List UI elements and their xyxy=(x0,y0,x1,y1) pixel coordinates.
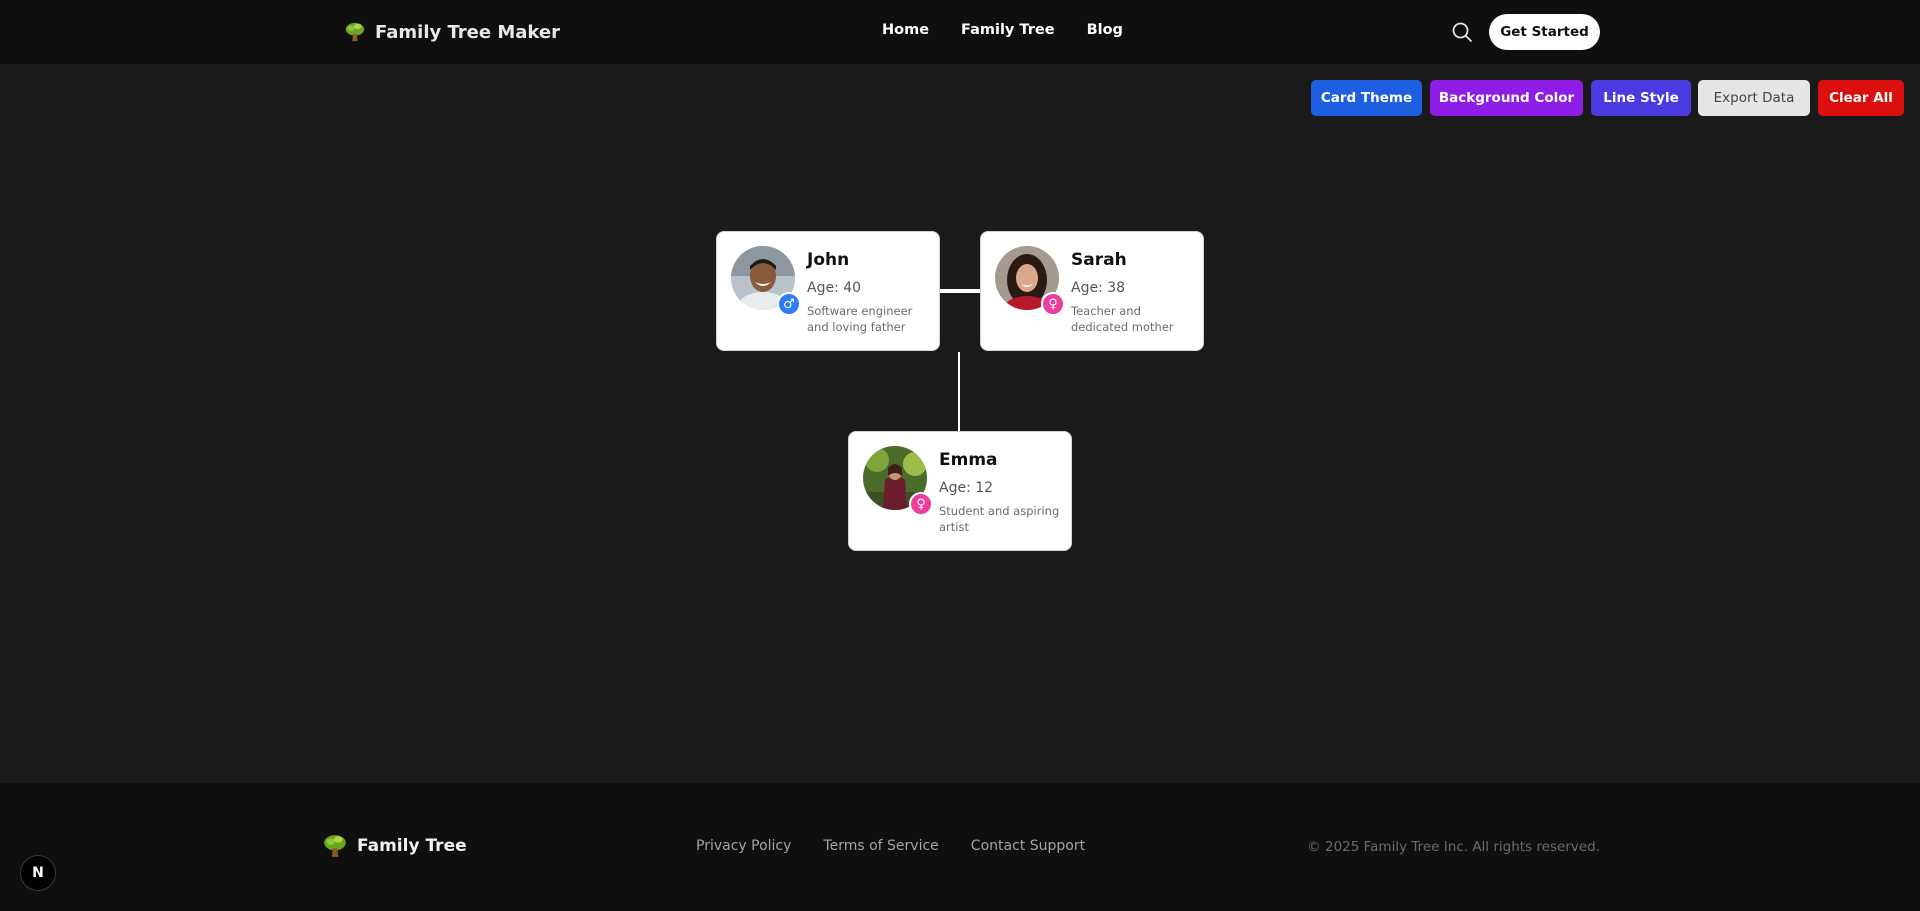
get-started-button[interactable]: Get Started xyxy=(1489,14,1600,50)
footer: Family Tree Privacy Policy Terms of Serv… xyxy=(0,783,1920,911)
contact-support-link[interactable]: Contact Support xyxy=(971,838,1085,854)
member-bio: Software engineer and loving father xyxy=(807,304,913,334)
member-age: Age: 40 xyxy=(807,280,862,296)
line-style-button[interactable]: Line Style xyxy=(1591,80,1691,116)
top-navbar: Family Tree Maker Home Family Tree Blog … xyxy=(0,0,1920,64)
next-dev-badge[interactable]: N xyxy=(20,855,56,891)
child-connector-line xyxy=(958,352,960,432)
family-member-card[interactable]: ♀ Sarah Age: 38 Teacher and dedicated mo… xyxy=(980,231,1204,351)
spouse-connector-line xyxy=(940,289,980,293)
copyright-text: © 2025 Family Tree Inc. All rights reser… xyxy=(1307,839,1600,855)
female-icon: ♀ xyxy=(1041,292,1065,316)
member-bio: Teacher and dedicated mother xyxy=(1071,304,1174,334)
tree-icon xyxy=(324,835,346,857)
family-member-card[interactable]: ♂ John Age: 40 Software engineer and lov… xyxy=(716,231,940,351)
brand-name: Family Tree Maker xyxy=(375,21,560,43)
privacy-policy-link[interactable]: Privacy Policy xyxy=(696,838,791,854)
member-bio: Student and aspiring artist xyxy=(939,504,1060,534)
female-icon: ♀ xyxy=(909,492,933,516)
member-age: Age: 38 xyxy=(1071,280,1126,296)
main-nav: Home Family Tree Blog xyxy=(882,22,1123,38)
family-member-card[interactable]: ♀ Emma Age: 12 Student and aspiring arti… xyxy=(848,431,1072,551)
nav-home-link[interactable]: Home xyxy=(882,22,929,38)
search-icon[interactable] xyxy=(1450,20,1474,44)
male-icon: ♂ xyxy=(777,292,801,316)
footer-brand-name: Family Tree xyxy=(357,836,467,856)
footer-brand[interactable]: Family Tree xyxy=(322,833,467,859)
member-name: Sarah xyxy=(1071,250,1127,270)
member-name: John xyxy=(807,250,850,270)
export-data-button[interactable]: Export Data xyxy=(1698,80,1810,116)
avatar: ♀ xyxy=(863,446,933,516)
avatar: ♀ xyxy=(995,246,1065,316)
background-color-button[interactable]: Background Color xyxy=(1430,80,1583,116)
tree-icon xyxy=(345,22,365,42)
nav-blog-link[interactable]: Blog xyxy=(1087,22,1123,38)
brand-logo[interactable]: Family Tree Maker xyxy=(344,19,560,45)
nav-family-tree-link[interactable]: Family Tree xyxy=(961,22,1055,38)
member-age: Age: 12 xyxy=(939,480,994,496)
clear-all-button[interactable]: Clear All xyxy=(1818,80,1904,116)
card-theme-button[interactable]: Card Theme xyxy=(1311,80,1422,116)
member-name: Emma xyxy=(939,450,998,470)
footer-links: Privacy Policy Terms of Service Contact … xyxy=(696,838,1085,854)
avatar: ♂ xyxy=(731,246,801,316)
terms-of-service-link[interactable]: Terms of Service xyxy=(823,838,938,854)
